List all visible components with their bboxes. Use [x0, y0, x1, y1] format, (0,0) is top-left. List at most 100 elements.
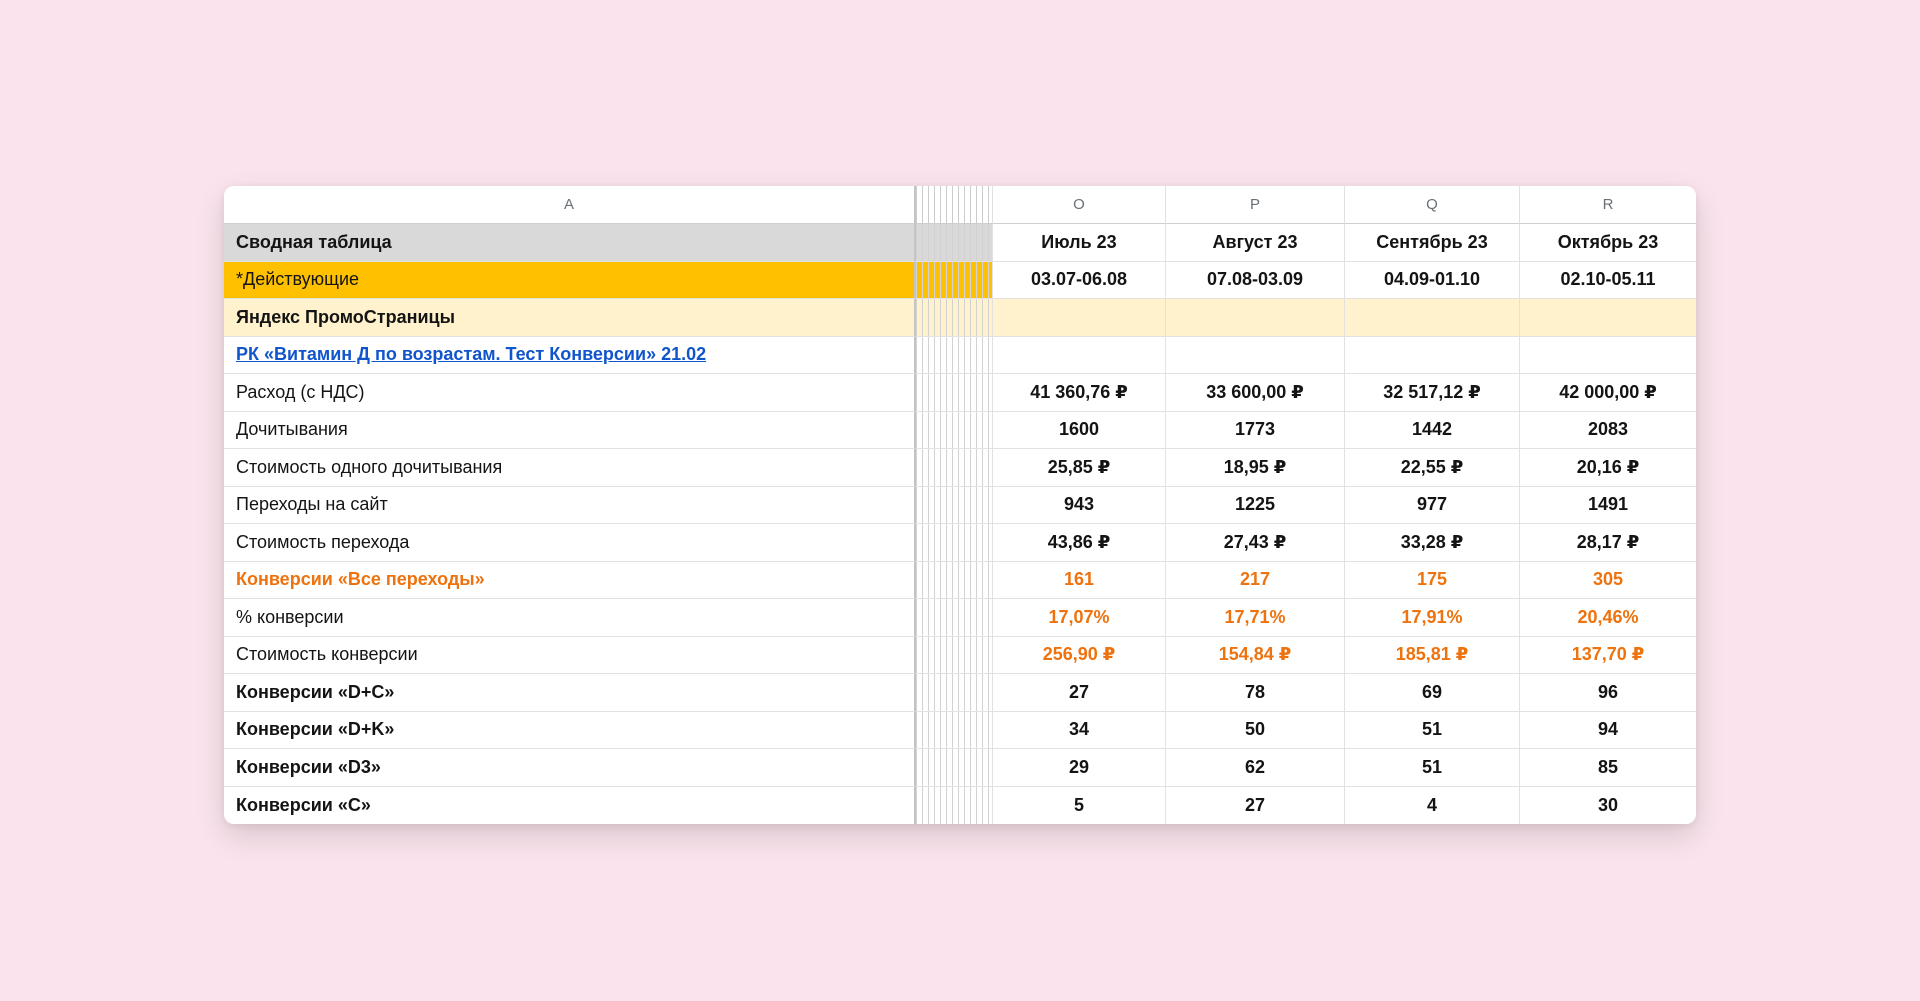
hidden-columns-strip	[916, 337, 993, 375]
row-label[interactable]: Переходы на сайт	[224, 487, 916, 525]
row-label[interactable]: *Действующие	[224, 262, 916, 300]
cell-value[interactable]: 4	[1345, 787, 1520, 825]
cell-value[interactable]: 04.09-01.10	[1345, 262, 1520, 300]
cell-value[interactable]: 943	[993, 487, 1166, 525]
cell-value[interactable]: 154,84 ₽	[1166, 637, 1345, 675]
row-label[interactable]: Дочитывания	[224, 412, 916, 450]
cell-value[interactable]: 30	[1520, 787, 1696, 825]
cell-value[interactable]: 02.10-05.11	[1520, 262, 1696, 300]
cell-value[interactable]: 1773	[1166, 412, 1345, 450]
hidden-columns-strip	[916, 637, 993, 675]
cell-value[interactable]: 50	[1166, 712, 1345, 750]
row-label[interactable]: Конверсии «С»	[224, 787, 916, 825]
column-header-q[interactable]: Q	[1345, 186, 1520, 224]
table-row: Конверсии «D3» 29625185	[224, 749, 1696, 787]
hidden-columns-strip	[916, 674, 993, 712]
cell-value[interactable]: 1600	[993, 412, 1166, 450]
row-label[interactable]: Конверсии «D3»	[224, 749, 916, 787]
cell-value[interactable]: 175	[1345, 562, 1520, 600]
column-header-o[interactable]: O	[993, 186, 1166, 224]
cell-value[interactable]: 34	[993, 712, 1166, 750]
table-row: РК «Витамин Д по возрастам. Тест Конверс…	[224, 337, 1696, 375]
row-label[interactable]: Конверсии «Все переходы»	[224, 562, 916, 600]
cell-value[interactable]: 5	[993, 787, 1166, 825]
cell-value[interactable]: 43,86 ₽	[993, 524, 1166, 562]
cell-value[interactable]: Август 23	[1166, 224, 1345, 262]
cell-value[interactable]: 22,55 ₽	[1345, 449, 1520, 487]
cell-value[interactable]: 305	[1520, 562, 1696, 600]
cell-value[interactable]: 32 517,12 ₽	[1345, 374, 1520, 412]
cell-value[interactable]: 27,43 ₽	[1166, 524, 1345, 562]
hidden-columns-strip-header[interactable]	[916, 186, 993, 224]
cell-value[interactable]	[1345, 299, 1520, 337]
row-label[interactable]: Стоимость перехода	[224, 524, 916, 562]
cell-value[interactable]: 256,90 ₽	[993, 637, 1166, 675]
cell-value[interactable]	[1520, 299, 1696, 337]
cell-value[interactable]: 1442	[1345, 412, 1520, 450]
cell-value[interactable]	[993, 337, 1166, 375]
row-label[interactable]: Стоимость конверсии	[224, 637, 916, 675]
cell-value[interactable]: 62	[1166, 749, 1345, 787]
cell-value[interactable]: 51	[1345, 749, 1520, 787]
cell-value[interactable]: 20,46%	[1520, 599, 1696, 637]
cell-value[interactable]: 17,07%	[993, 599, 1166, 637]
row-label[interactable]: Конверсии «D+K»	[224, 712, 916, 750]
row-label[interactable]: Сводная таблица	[224, 224, 916, 262]
cell-value[interactable]	[1166, 337, 1345, 375]
table-row: Конверсии «D+K» 34505194	[224, 712, 1696, 750]
cell-value[interactable]: 1491	[1520, 487, 1696, 525]
cell-value[interactable]: 1225	[1166, 487, 1345, 525]
row-label[interactable]: РК «Витамин Д по возрастам. Тест Конверс…	[224, 337, 916, 375]
cell-value[interactable]: 17,71%	[1166, 599, 1345, 637]
cell-value[interactable]: 94	[1520, 712, 1696, 750]
cell-value[interactable]: 17,91%	[1345, 599, 1520, 637]
cell-value[interactable]: Сентябрь 23	[1345, 224, 1520, 262]
cell-value[interactable]: 2083	[1520, 412, 1696, 450]
cell-value[interactable]: 27	[993, 674, 1166, 712]
cell-value[interactable]: 42 000,00 ₽	[1520, 374, 1696, 412]
cell-value[interactable]	[993, 299, 1166, 337]
row-label[interactable]: Стоимость одного дочитывания	[224, 449, 916, 487]
cell-value[interactable]: 85	[1520, 749, 1696, 787]
hidden-columns-strip	[916, 262, 993, 300]
cell-value[interactable]	[1166, 299, 1345, 337]
cell-value[interactable]: 33,28 ₽	[1345, 524, 1520, 562]
cell-value[interactable]: Июль 23	[993, 224, 1166, 262]
column-header-p[interactable]: P	[1166, 186, 1345, 224]
cell-value[interactable]: 977	[1345, 487, 1520, 525]
cell-value[interactable]: 51	[1345, 712, 1520, 750]
cell-value[interactable]: 18,95 ₽	[1166, 449, 1345, 487]
cell-value[interactable]: 20,16 ₽	[1520, 449, 1696, 487]
cell-value[interactable]: 96	[1520, 674, 1696, 712]
table-row: Расход (с НДС) 41 360,76 ₽33 600,00 ₽32 5…	[224, 374, 1696, 412]
sheet-body: Сводная таблица Июль 23Август 23Сентябрь …	[224, 224, 1696, 824]
cell-value[interactable]: 78	[1166, 674, 1345, 712]
cell-value[interactable]	[1520, 337, 1696, 375]
cell-value[interactable]: 217	[1166, 562, 1345, 600]
cell-value[interactable]: 03.07-06.08	[993, 262, 1166, 300]
cell-value[interactable]: Октябрь 23	[1520, 224, 1696, 262]
cell-value[interactable]: 28,17 ₽	[1520, 524, 1696, 562]
cell-value[interactable]: 69	[1345, 674, 1520, 712]
table-row: Яндекс ПромоСтраницы	[224, 299, 1696, 337]
cell-value[interactable]	[1345, 337, 1520, 375]
column-header-a[interactable]: A	[224, 186, 916, 224]
cell-value[interactable]: 29	[993, 749, 1166, 787]
cell-value[interactable]: 137,70 ₽	[1520, 637, 1696, 675]
cell-value[interactable]: 33 600,00 ₽	[1166, 374, 1345, 412]
table-row: Переходы на сайт 94312259771491	[224, 487, 1696, 525]
cell-value[interactable]: 07.08-03.09	[1166, 262, 1345, 300]
table-row: Стоимость конверсии 256,90 ₽154,84 ₽185,8…	[224, 637, 1696, 675]
row-label[interactable]: Яндекс ПромоСтраницы	[224, 299, 916, 337]
row-label[interactable]: Конверсии «D+C»	[224, 674, 916, 712]
cell-value[interactable]: 161	[993, 562, 1166, 600]
cell-value[interactable]: 41 360,76 ₽	[993, 374, 1166, 412]
row-label[interactable]: Расход (с НДС)	[224, 374, 916, 412]
cell-value[interactable]: 27	[1166, 787, 1345, 825]
row-label[interactable]: % конверсии	[224, 599, 916, 637]
column-header-r[interactable]: R	[1520, 186, 1696, 224]
cell-value[interactable]: 25,85 ₽	[993, 449, 1166, 487]
hidden-columns-strip	[916, 224, 993, 262]
table-row: Стоимость одного дочитывания 25,85 ₽18,95…	[224, 449, 1696, 487]
cell-value[interactable]: 185,81 ₽	[1345, 637, 1520, 675]
